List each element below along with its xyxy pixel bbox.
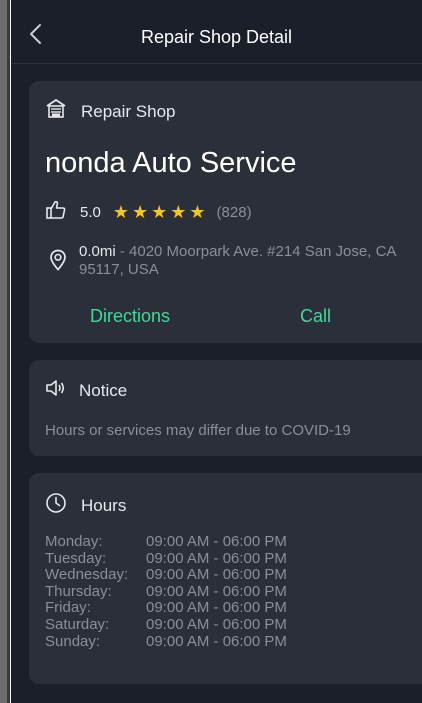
hours-day: Saturday: <box>45 615 110 633</box>
hours-title: Hours <box>81 495 127 515</box>
address-text: - 4020 Moorpark Ave. #214 San Jose, CA 9… <box>79 243 396 278</box>
rating-row: 5.0 ★★★★★ (828) <box>45 200 252 225</box>
hours-day: Tuesday: <box>45 549 107 567</box>
hours-time: 09:00 AM - 06:00 PM <box>146 549 287 567</box>
hours-row: Monday: 09:00 AM - 06:00 PM <box>45 533 287 551</box>
thumbs-up-icon <box>45 200 67 225</box>
hours-row: Saturday: 09:00 AM - 06:00 PM <box>45 615 287 634</box>
shop-address: 0.0mi - 4020 Moorpark Ave. #214 San Jose… <box>79 243 409 279</box>
hours-day: Sunday: <box>45 632 101 650</box>
navigation-bar: Repair Shop Detail <box>11 0 422 64</box>
device-frame-edge <box>7 0 10 703</box>
hours-row: Thursday: 09:00 AM - 06:00 PM <box>45 582 287 601</box>
hours-time: 09:00 AM - 06:00 PM <box>146 599 287 617</box>
hours-time: 09:00 AM - 06:00 PM <box>146 533 287 550</box>
hours-row: Wednesday: 09:00 AM - 06:00 PM <box>45 567 287 584</box>
shop-name: nonda Auto Service <box>45 147 297 179</box>
shop-type-label: Repair Shop <box>81 101 176 121</box>
page-title: Repair Shop Detail <box>140 27 293 47</box>
directions-button[interactable]: Directions <box>90 306 170 327</box>
hours-time: 09:00 AM - 06:00 PM <box>146 582 287 600</box>
notice-header: Notice <box>45 378 127 403</box>
distance: 0.0mi <box>79 243 116 260</box>
hours-day: Friday: <box>45 599 91 617</box>
star-rating: ★★★★★ <box>112 202 209 222</box>
notice-title: Notice <box>79 380 128 400</box>
call-button[interactable]: Call <box>300 306 331 327</box>
hours-row: Friday: 09:00 AM - 06:00 PM <box>45 600 287 617</box>
hours-time: 09:00 AM - 06:00 PM <box>146 632 287 650</box>
shop-type-row: Repair Shop <box>45 98 176 125</box>
hours-header: Hours <box>45 492 126 519</box>
hours-table: Monday: 09:00 AM - 06:00 PM Tuesday: 09:00… <box>45 533 287 651</box>
hours-time: 09:00 AM - 06:00 PM <box>146 566 287 584</box>
speaker-icon <box>45 378 67 403</box>
hours-row: Sunday: 09:00 AM - 06:00 PM <box>45 632 287 651</box>
app-screen: Repair Shop Detail Repair Shop nonda Aut… <box>11 0 422 703</box>
hours-day: Monday: <box>45 533 103 550</box>
location-pin-icon <box>49 249 67 276</box>
notice-card: Notice Hours or services may differ due … <box>29 360 422 456</box>
garage-icon <box>45 98 67 125</box>
hours-card: Hours Monday: 09:00 AM - 06:00 PM Tuesday… <box>29 473 422 684</box>
rating-value: 5.0 <box>80 204 101 221</box>
hours-time: 09:00 AM - 06:00 PM <box>146 615 287 633</box>
notice-text: Hours or services may differ due to COVI… <box>45 422 351 439</box>
shop-info-card: Repair Shop nonda Auto Service 5.0 ★★★★★… <box>29 81 422 343</box>
hours-day: Wednesday: <box>45 566 129 584</box>
hours-day: Thursday: <box>45 582 112 600</box>
clock-icon <box>45 492 67 519</box>
hours-row: Tuesday: 09:00 AM - 06:00 PM <box>45 549 287 568</box>
review-count: (828) <box>216 204 252 221</box>
